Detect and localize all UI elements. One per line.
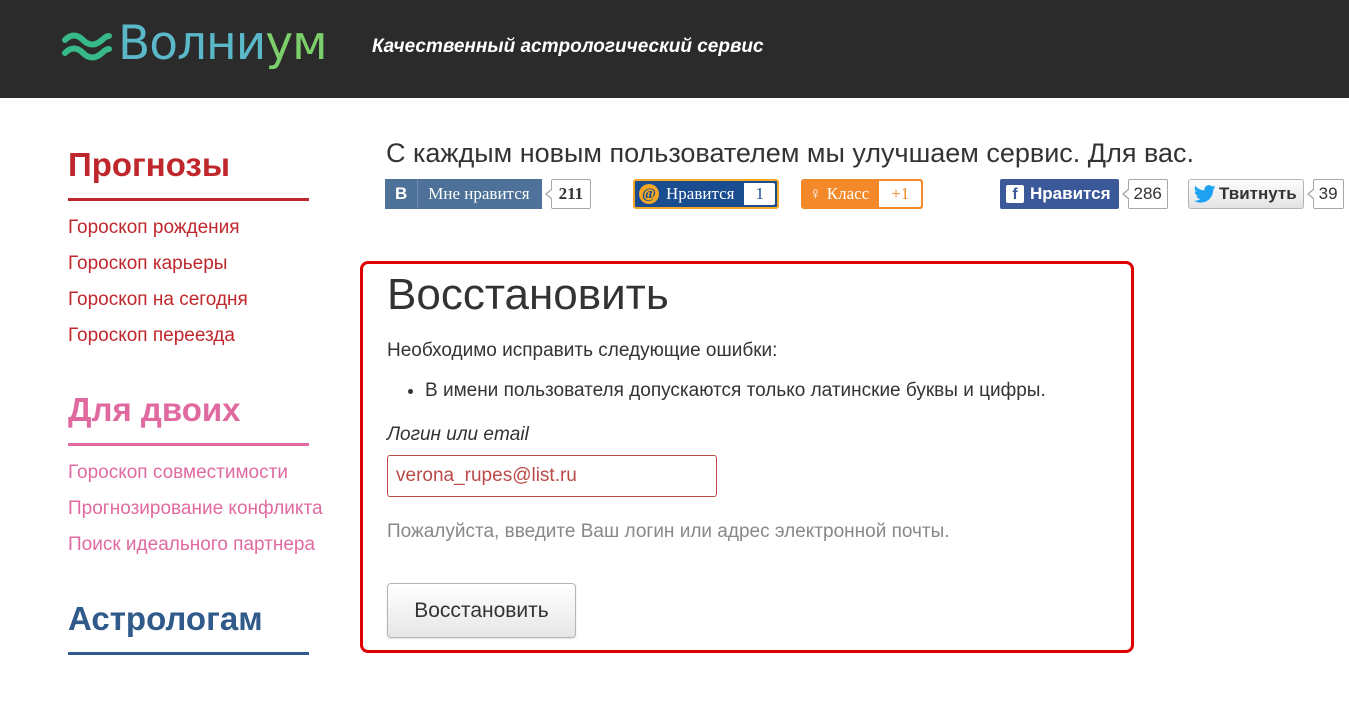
- mail-like-widget: @ Нравится 1: [633, 179, 779, 209]
- twitter-widget: Твитнуть 39: [1188, 179, 1344, 209]
- sidebar-link-career-horoscope[interactable]: Гороскоп карьеры: [68, 251, 227, 277]
- vk-like-count: 211: [544, 179, 592, 209]
- mail-like-count: 1: [744, 183, 775, 205]
- vk-like-widget: В Мне нравится 211: [385, 179, 592, 209]
- ok-class-count: +1: [879, 181, 922, 207]
- ok-like-widget: ♀ Класс +1: [801, 179, 924, 209]
- sidebar-link-today-horoscope[interactable]: Гороскоп на сегодня: [68, 287, 248, 313]
- sidebar-heading-astrologers[interactable]: Астрологам: [68, 594, 309, 655]
- sidebar-link-conflict-forecast[interactable]: Прогнозирование конфликта: [68, 496, 323, 522]
- waves-icon: [62, 32, 112, 61]
- page-slogan: С каждым новым пользователем мы улучшаем…: [386, 138, 1195, 168]
- error-list: В имени пользователя допускаются только …: [387, 380, 1046, 402]
- mail-like-button[interactable]: @ Нравится 1: [633, 179, 779, 209]
- site-tagline: Качественный астрологический сервис: [372, 36, 764, 57]
- sidebar-list-couples: Гороскоп совместимости Прогнозирование к…: [68, 460, 338, 558]
- twitter-bird-icon: [1194, 185, 1216, 203]
- mailru-at-icon: @: [639, 184, 659, 204]
- odnoklassniki-icon: ♀: [809, 184, 822, 203]
- sidebar: Прогнозы Гороскоп рождения Гороскоп карь…: [68, 140, 338, 655]
- sidebar-link-relocation-horoscope[interactable]: Гороскоп переезда: [68, 323, 235, 349]
- facebook-like-count: 286: [1121, 179, 1168, 209]
- ok-class-button[interactable]: ♀ Класс +1: [801, 179, 924, 209]
- login-email-input[interactable]: [387, 455, 717, 497]
- facebook-icon: f: [1006, 185, 1024, 203]
- sidebar-link-compatibility[interactable]: Гороскоп совместимости: [68, 460, 288, 486]
- tweet-count: 39: [1306, 179, 1344, 209]
- vk-logo-icon: В: [385, 179, 419, 209]
- page-title: Восстановить: [387, 270, 669, 319]
- site-header: Волниум Качественный астрологический сер…: [0, 0, 1349, 98]
- error-item: В имени пользователя допускаются только …: [425, 380, 1046, 402]
- tweet-button[interactable]: Твитнуть: [1188, 179, 1304, 209]
- sidebar-list-forecasts: Гороскоп рождения Гороскоп карьеры Горос…: [68, 215, 338, 349]
- site-logo[interactable]: Волниум: [62, 14, 328, 74]
- error-summary-intro: Необходимо исправить следующие ошибки:: [387, 340, 778, 361]
- logo-text: Волниум: [118, 16, 328, 71]
- facebook-like-widget: f Нравится 286: [1000, 179, 1168, 209]
- login-field-label: Логин или email: [387, 424, 529, 445]
- field-hint: Пожалуйста, введите Ваш логин или адрес …: [387, 521, 950, 542]
- sidebar-link-birth-horoscope[interactable]: Гороскоп рождения: [68, 215, 240, 241]
- sidebar-link-ideal-partner[interactable]: Поиск идеального партнера: [68, 532, 315, 558]
- recover-button[interactable]: Восстановить: [387, 583, 576, 638]
- vk-like-button[interactable]: В Мне нравится: [385, 179, 542, 209]
- sidebar-heading-couples: Для двоих: [68, 385, 309, 446]
- sidebar-heading-forecasts: Прогнозы: [68, 140, 309, 201]
- facebook-like-button[interactable]: f Нравится: [1000, 179, 1119, 209]
- recovery-form-panel: Восстановить Необходимо исправить следую…: [360, 261, 1134, 653]
